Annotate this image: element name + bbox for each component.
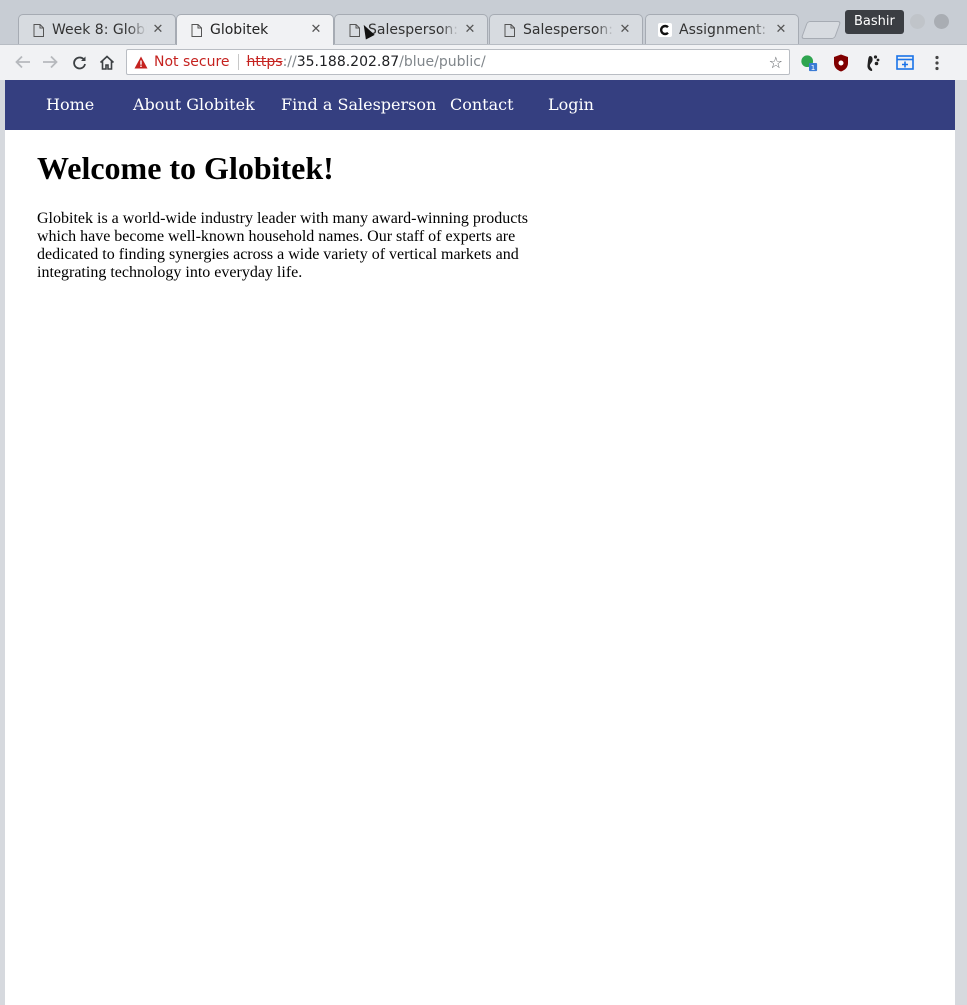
tab-title: Globitek [210, 22, 269, 38]
window-right-edge [955, 80, 967, 1005]
url-host: 35.188.202.87 [296, 54, 400, 70]
address-divider [237, 54, 239, 70]
security-status-label[interactable]: Not secure [154, 54, 230, 70]
extension-badge-count: 1 [811, 63, 816, 72]
tab-globitek[interactable]: Globitek ✕ [176, 14, 334, 45]
intro-paragraph: Globitek is a world-wide industry leader… [37, 210, 528, 281]
tab-salesperson-2[interactable]: Salesperson: Edit ✕ [489, 14, 643, 45]
bookmark-star-icon[interactable]: ☆ [769, 53, 783, 72]
back-button[interactable] [12, 51, 34, 73]
minimize-window-button[interactable] [910, 14, 925, 29]
tab-assignment[interactable]: Assignment: W ✕ [645, 14, 799, 45]
page-icon [502, 23, 516, 37]
warning-icon[interactable] [134, 55, 148, 69]
page-viewport: Home About Globitek Find a Salesperson C… [5, 80, 955, 1005]
nav-link-home[interactable]: Home [46, 95, 94, 114]
nav-link-about[interactable]: About Globitek [133, 95, 255, 114]
codepath-icon [658, 23, 672, 37]
tab-title: Assignment: W [679, 22, 770, 38]
extension-footprint-icon[interactable] [864, 54, 882, 72]
tab-title: Salesperson: Edit [368, 22, 459, 38]
url-separator: :// [282, 54, 297, 70]
tab-week8[interactable]: Week 8: Globitek ✕ [18, 14, 176, 45]
tab-title: Salesperson: Edit [523, 22, 614, 38]
close-icon[interactable]: ✕ [151, 23, 165, 37]
close-window-button[interactable] [934, 14, 949, 29]
extension-window-icon[interactable] [896, 54, 914, 72]
tab-salesperson-1[interactable]: Salesperson: Edit ✕ [334, 14, 488, 45]
home-button[interactable] [96, 51, 118, 73]
page-icon [347, 23, 361, 37]
page-icon [189, 23, 203, 37]
nav-link-contact[interactable]: Contact [450, 95, 514, 114]
close-icon[interactable]: ✕ [774, 23, 788, 37]
address-bar[interactable]: Not secure https :// 35.188.202.87 /blue… [126, 49, 790, 75]
page-icon [31, 23, 45, 37]
tab-strip: Week 8: Globitek ✕ Salesperson: Edit ✕ S… [0, 0, 967, 45]
ublock-icon[interactable] [832, 54, 850, 72]
new-tab-button[interactable] [800, 21, 842, 39]
browser-toolbar: Not secure https :// 35.188.202.87 /blue… [0, 44, 967, 80]
chrome-menu-icon[interactable] [928, 54, 946, 72]
close-icon[interactable]: ✕ [463, 23, 477, 37]
site-navbar: Home About Globitek Find a Salesperson C… [5, 80, 955, 130]
forward-button[interactable] [39, 51, 61, 73]
extension-chat-icon[interactable]: 1 [800, 54, 818, 72]
close-icon[interactable]: ✕ [309, 23, 323, 37]
url-path: /blue/public/ [399, 54, 486, 70]
profile-name-badge[interactable]: Bashir [845, 10, 904, 34]
page-title: Welcome to Globitek! [37, 150, 334, 186]
close-icon[interactable]: ✕ [618, 23, 632, 37]
nav-link-login[interactable]: Login [548, 95, 594, 114]
nav-link-find-salesperson[interactable]: Find a Salesperson [281, 95, 436, 114]
tab-title: Week 8: Globitek [52, 22, 147, 38]
reload-button[interactable] [68, 51, 90, 73]
url-scheme: https [246, 54, 283, 70]
